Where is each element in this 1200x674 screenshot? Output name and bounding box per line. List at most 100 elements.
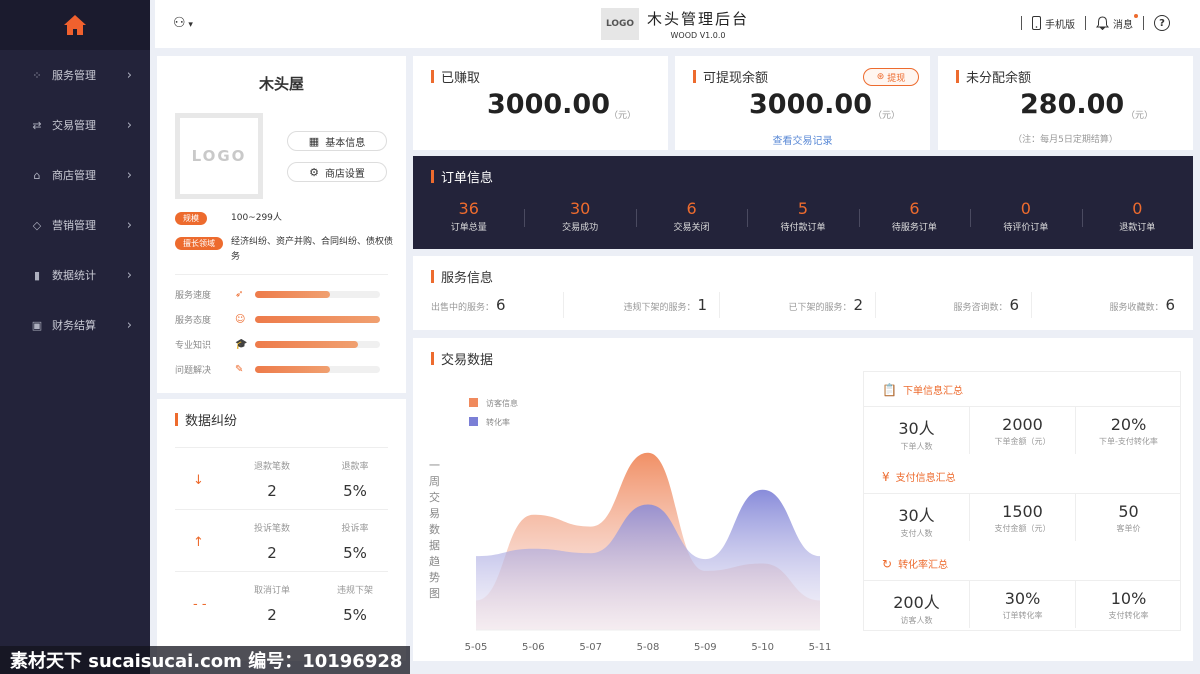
dispute-cell: 取消订单 2 — [232, 583, 312, 624]
document-icon: 📋 — [882, 382, 897, 397]
mobile-button[interactable]: 手机版 — [1032, 16, 1075, 31]
summary-value: 30人 — [898, 506, 935, 525]
x-tick-label: 5-08 — [637, 642, 660, 653]
dispute-cell: 退款笔数 2 — [232, 459, 312, 500]
withdraw-button[interactable]: ⊛ 提现 — [863, 68, 919, 86]
trade-trend-chart: 5-05 5-06 5-07 5-08 5-09 5-10 5-11 访客信息转化率 — [465, 398, 832, 653]
order-stat[interactable]: 30 交易成功 — [530, 199, 630, 233]
service-stat: 违规下架的服务： 1 — [623, 296, 707, 314]
metric-track — [255, 365, 380, 373]
summary-item: 30人 下单人数 — [864, 406, 969, 454]
withdrawable-title: 可提现余额 — [693, 67, 768, 86]
summary-value: 200人 — [893, 593, 940, 612]
order-info-card: 订单信息 36 订单总量 30 交易成功 6 交易关闭 5 待付款订单 6 待服务订单 0 待评价订单… — [413, 156, 1193, 249]
rocket-icon: ➶ — [235, 288, 244, 300]
chevron-right-icon: › — [126, 67, 132, 83]
order-stat-value: 5 — [797, 199, 809, 218]
sidebar-item[interactable]: ⁘ 服务管理 › — [0, 50, 150, 100]
order-stat-value: 36 — [458, 199, 479, 218]
x-tick-label: 5-07 — [579, 642, 602, 653]
summary-label: 下单人数 — [900, 442, 933, 451]
divider — [175, 571, 388, 572]
tag-icon: ◇ — [32, 218, 42, 232]
bell-icon — [1096, 16, 1109, 30]
app-version: WOOD V1.0.0 — [670, 31, 726, 40]
rating-metric: 服务速度 ➶ — [175, 287, 385, 301]
help-icon[interactable]: ? — [1154, 15, 1170, 31]
dispute-value: 5% — [343, 606, 367, 624]
messages-button[interactable]: 消息 — [1096, 13, 1138, 31]
divider — [1081, 209, 1083, 227]
service-stat-label: 已下架的服务： — [788, 303, 852, 313]
x-tick-label: 5-11 — [809, 642, 832, 653]
summary-value: 10% — [1110, 589, 1147, 608]
edit-icon: ✎ — [235, 363, 244, 375]
dispute-cell: 违规下架 5% — [315, 583, 395, 624]
metric-fill — [255, 290, 330, 298]
chevron-right-icon: › — [126, 267, 132, 283]
sidebar-item[interactable]: ◇ 营销管理 › — [0, 200, 150, 250]
order-stat[interactable]: 36 订单总量 — [419, 199, 519, 233]
store-settings-icon: ⚙ — [309, 165, 319, 179]
order-stat-value: 0 — [1132, 199, 1143, 218]
order-stat-label: 退款订单 — [1119, 223, 1156, 233]
dash-icon: - - — [193, 597, 207, 612]
metric-fill — [255, 340, 358, 348]
summary-label: 下单金额（元） — [994, 437, 1051, 446]
grid-icon: ⁘ — [32, 68, 42, 82]
divider — [970, 209, 972, 227]
sidebar-item[interactable]: ⇄ 交易管理 › — [0, 100, 150, 150]
dispute-value: 2 — [267, 544, 277, 562]
rating-metric: 服务态度 ☺ — [175, 312, 385, 326]
mobile-label: 手机版 — [1045, 19, 1075, 31]
dispute-row: - - 取消订单 2 违规下架 5% — [175, 575, 387, 633]
basic-info-button[interactable]: ▦ 基本信息 — [287, 131, 387, 151]
earned-unit: （元） — [609, 111, 637, 121]
header-brand: LOGO 木头管理后台 WOOD V1.0.0 — [601, 8, 749, 40]
app-title: 木头管理后台 — [647, 10, 750, 28]
order-stat[interactable]: 6 交易关闭 — [642, 199, 742, 233]
summary-label: 访客人数 — [900, 616, 933, 625]
service-stat-value: 6 — [496, 296, 506, 314]
sidebar-item[interactable]: ▮ 数据统计 › — [0, 250, 150, 300]
service-stat-label: 出售中的服务： — [431, 303, 495, 313]
order-stat-value: 6 — [686, 199, 697, 218]
dispute-value: 5% — [343, 544, 367, 562]
x-tick-label: 5-06 — [522, 642, 545, 653]
sidebar-item-label: 服务管理 — [52, 69, 96, 82]
legend-label: 转化率 — [486, 417, 510, 427]
summary-value: 20% — [1110, 415, 1147, 434]
order-stat[interactable]: 6 待服务订单 — [864, 199, 964, 233]
order-stat[interactable]: 0 退款订单 — [1087, 199, 1187, 233]
top-header: ⚇ ▾ LOGO 木头管理后台 WOOD V1.0.0 手机版 消息 ? — [155, 0, 1200, 48]
scale-tag: 规模 — [175, 212, 207, 225]
order-stat[interactable]: 5 待付款订单 — [753, 199, 853, 233]
unread-dot — [1134, 13, 1138, 18]
smile-icon: ☺ — [235, 313, 246, 325]
service-stat-value: 2 — [853, 296, 863, 314]
trade-summary-panel: 📋 下单信息汇总 30人 下单人数 2000 下单金额（元） 20% 下单-支付转化率 ¥ 支付信… — [863, 371, 1181, 631]
transaction-records-link[interactable]: 查看交易记录 — [675, 132, 930, 147]
sidebar-item[interactable]: ⌂ 商店管理 › — [0, 150, 150, 200]
user-menu[interactable]: ⚇ ▾ — [173, 15, 193, 31]
shop-settings-button[interactable]: ⚙ 商店设置 — [287, 162, 387, 182]
order-stat[interactable]: 0 待评价订单 — [976, 199, 1076, 233]
home-button[interactable] — [0, 0, 150, 50]
legend-label: 访客信息 — [486, 398, 518, 408]
service-stat: 已下架的服务： 2 — [788, 296, 863, 314]
home-icon — [64, 15, 86, 35]
divider — [747, 209, 749, 227]
service-stat: 服务咨询数： 6 — [953, 296, 1019, 314]
sidebar-item[interactable]: ▣ 财务结算 › — [0, 300, 150, 350]
divider — [1143, 16, 1144, 30]
order-title: 订单信息 — [431, 167, 493, 186]
divider — [524, 209, 526, 227]
dispute-value: 5% — [343, 482, 367, 500]
summary-value: 50 — [1118, 502, 1139, 521]
divider — [1075, 406, 1076, 454]
rating-metric: 专业知识 🎓 — [175, 337, 385, 351]
qr-icon: ▦ — [308, 134, 320, 148]
undistributed-value: 280.00 — [1020, 89, 1125, 120]
service-title: 服务信息 — [431, 267, 493, 286]
summary-value: 2000 — [1002, 415, 1043, 434]
